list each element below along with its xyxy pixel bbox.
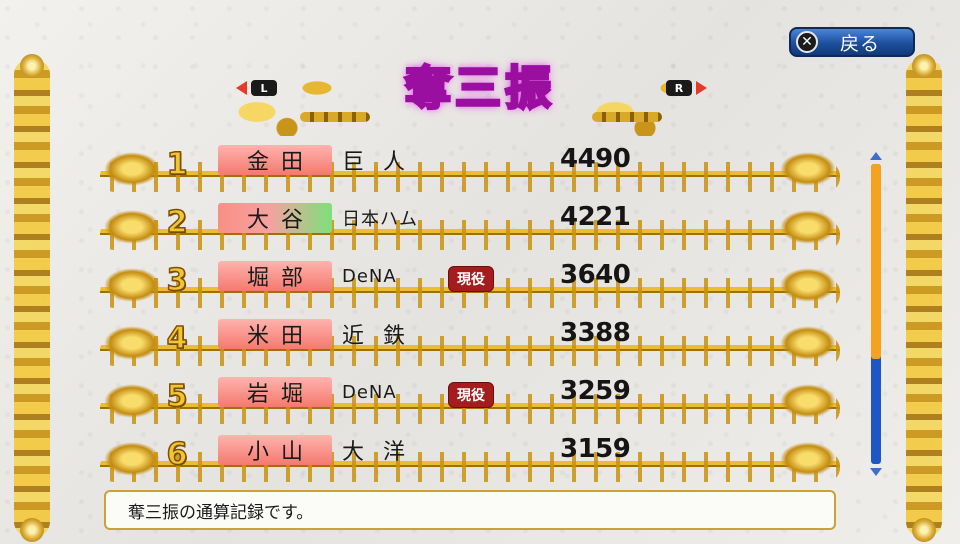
- active-player-badge: 現役: [448, 382, 494, 408]
- row-scroll-ornament: [100, 210, 840, 250]
- rank-number: 3: [166, 262, 188, 299]
- title-chain-left: [300, 112, 370, 122]
- gold-frame-right-ornament: [906, 54, 942, 542]
- row-scroll-ornament: [100, 152, 840, 192]
- ranking-row[interactable]: 2 大谷 日本ハム 4221: [100, 198, 840, 256]
- title-ornament-left: [212, 56, 362, 136]
- back-button[interactable]: ✕ 戻る: [789, 27, 915, 57]
- team-name: 巨 人: [342, 150, 411, 175]
- strikeout-total: 3640: [560, 260, 631, 290]
- player-name: 大谷: [218, 203, 332, 233]
- player-name: 米田: [218, 319, 332, 349]
- strikeout-total: 3388: [560, 318, 631, 348]
- previous-category-button[interactable]: L: [236, 80, 277, 96]
- arrow-right-icon: [696, 81, 707, 95]
- scrollbar-thumb[interactable]: [871, 164, 881, 359]
- rank-number: 5: [166, 378, 188, 415]
- team-name: DeNA: [342, 265, 397, 287]
- ranking-row[interactable]: 6 小山大 洋 3159: [100, 430, 840, 488]
- strikeout-total: 4490: [560, 144, 631, 174]
- ranking-list: 1 金田巨 人 4490 2 大谷 日本ハム 4221 3 堀部 DeNA 現役 3640 4 米田近 鉄…: [100, 140, 840, 488]
- strikeout-total: 4221: [560, 202, 631, 232]
- gold-frame-left-ornament: [14, 54, 50, 542]
- ranking-row[interactable]: 4 米田近 鉄 3388: [100, 314, 840, 372]
- team-name: DeNA: [342, 381, 397, 403]
- help-message: 奪三振の通算記録です。: [104, 490, 836, 530]
- r-key-label: R: [666, 80, 692, 96]
- page-title: 奪三振: [404, 60, 555, 117]
- rank-number: 6: [166, 436, 188, 473]
- row-scroll-ornament: [100, 442, 840, 482]
- rank-number: 4: [166, 320, 188, 357]
- strikeout-total: 3259: [560, 376, 631, 406]
- arrow-left-icon: [236, 81, 247, 95]
- title-ornament-right: [570, 56, 720, 136]
- player-name: 小山: [218, 435, 332, 465]
- rank-number: 2: [166, 204, 188, 241]
- player-name: 金田: [218, 145, 332, 175]
- player-name: 岩堀: [218, 377, 332, 407]
- ranking-row[interactable]: 1 金田巨 人 4490: [100, 140, 840, 198]
- row-scroll-ornament: [100, 326, 840, 366]
- team-name: 近 鉄: [342, 324, 411, 349]
- strikeout-total: 3159: [560, 434, 631, 464]
- active-player-badge: 現役: [448, 266, 494, 292]
- next-category-button[interactable]: R: [666, 80, 707, 96]
- team-name: 日本ハム: [342, 209, 418, 230]
- title-chain-right: [592, 112, 662, 122]
- ranking-row[interactable]: 5 岩堀 DeNA 現役 3259: [100, 372, 840, 430]
- scroll-up-arrow-icon[interactable]: [870, 152, 882, 160]
- x-button-icon: ✕: [796, 31, 818, 53]
- team-name: 大 洋: [342, 440, 411, 465]
- player-name: 堀部: [218, 261, 332, 291]
- l-key-label: L: [251, 80, 277, 96]
- rank-number: 1: [166, 146, 188, 183]
- scroll-down-arrow-icon[interactable]: [870, 468, 882, 476]
- back-button-label: 戻る: [840, 32, 881, 55]
- scrollbar[interactable]: [869, 152, 883, 476]
- ranking-row[interactable]: 3 堀部 DeNA 現役 3640: [100, 256, 840, 314]
